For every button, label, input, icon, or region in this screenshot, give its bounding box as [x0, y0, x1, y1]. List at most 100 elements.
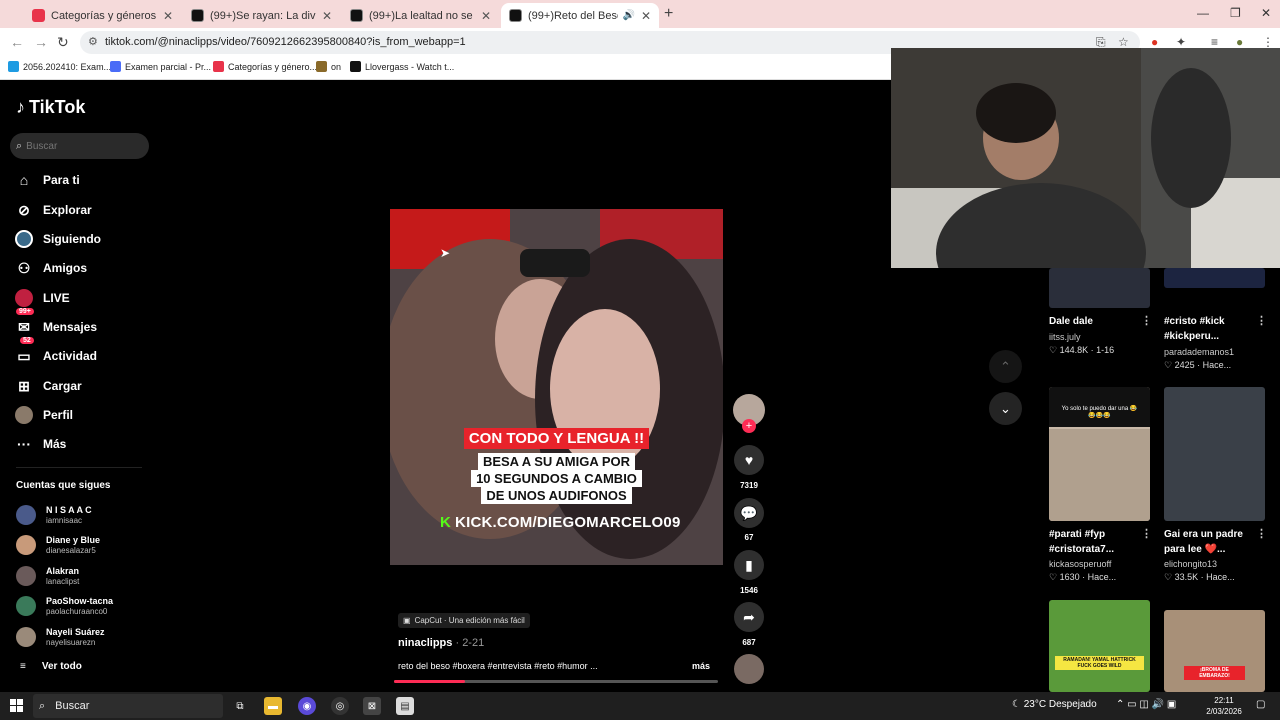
menu-icon[interactable]: ⋮	[1262, 35, 1274, 49]
obs-icon[interactable]: ◎	[331, 697, 349, 715]
more-options-icon[interactable]: ⋮	[1141, 314, 1152, 327]
tray-icons[interactable]: ⌃ ▭ ◫ 🔊 ▣	[1116, 699, 1176, 710]
taskbar-search[interactable]: ⌕ Buscar	[33, 694, 223, 718]
recommendation-title[interactable]: #cristo #kick #kickperu...	[1164, 314, 1256, 344]
recommendation-thumbnail[interactable]: RAMADAN! YAMAL HATTRICK FUCK GOES WILD	[1049, 600, 1150, 692]
video-progress-bar[interactable]	[394, 680, 718, 683]
more-button[interactable]: más	[692, 661, 710, 671]
capcut-tag[interactable]: ▣ CapCut · Una edición más fácil	[398, 613, 530, 628]
recommendation-title[interactable]: #parati #fyp #cristorata7...	[1049, 527, 1141, 557]
nav-messages[interactable]: ✉ 99+ Mensajes	[14, 308, 154, 340]
nav-activity[interactable]: ▭ 52 Actividad	[14, 337, 154, 369]
notepad-icon[interactable]: ▤	[396, 697, 414, 715]
minimize-icon[interactable]: —	[1197, 6, 1209, 20]
reading-list-icon[interactable]: ≡	[1211, 35, 1218, 49]
share-button[interactable]: ➦	[734, 602, 764, 632]
bookmark-item[interactable]: on	[316, 61, 341, 72]
recommendation-thumbnail[interactable]	[1049, 268, 1150, 308]
caption-line: CON TODO Y LENGUA !!	[463, 428, 650, 449]
recommendation-thumbnail[interactable]	[1164, 387, 1265, 521]
recommendation-title[interactable]: Gai era un padre para lee ❤️...	[1164, 527, 1256, 557]
recommendation-user[interactable]: kickasosperuoff	[1049, 559, 1111, 569]
next-video-button[interactable]: ⌄	[989, 392, 1022, 425]
close-tab-icon[interactable]: ✕	[481, 9, 491, 23]
recommendation-thumbnail[interactable]: Yo solo te puedo dar una 😂 😂😂😂	[1049, 387, 1150, 521]
comment-button[interactable]: 💬	[734, 498, 764, 528]
following-account[interactable]: PaoShow-tacna paolachuraanco0	[16, 593, 146, 619]
recommendation-user[interactable]: elichongito13	[1164, 559, 1217, 569]
profile-icon	[14, 405, 34, 425]
close-window-icon[interactable]: ✕	[1261, 6, 1271, 20]
nav-profile[interactable]: Perfil	[14, 402, 154, 428]
caption-line: 10 SEGUNDOS A CAMBIO	[471, 470, 642, 487]
chevron-down-icon: ⌄	[1000, 400, 1011, 416]
nav-live[interactable]: LIVE	[14, 285, 154, 311]
video-player[interactable]: CON TODO Y LENGUA !! BESA A SU AMIGA POR…	[390, 209, 723, 565]
browser-tab-active[interactable]: (99+)Reto del Beso: ¡Entrevi 🔊 ✕	[501, 3, 659, 28]
close-tab-icon[interactable]: ✕	[163, 9, 173, 23]
account-handle: dianesalazar5	[46, 545, 96, 555]
close-tab-icon[interactable]: ✕	[641, 9, 651, 23]
taskbar-clock[interactable]: 22:11 2/03/2026	[1204, 695, 1244, 717]
close-tab-icon[interactable]: ✕	[322, 9, 332, 23]
extensions-icon[interactable]: ✦	[1176, 35, 1186, 49]
site-settings-icon[interactable]: ⚙	[88, 31, 98, 54]
recommendation-thumbnail[interactable]	[1164, 268, 1265, 288]
recommendation-user[interactable]: iitss.july	[1049, 332, 1081, 342]
search-input[interactable]	[26, 140, 137, 152]
browser-tab[interactable]: (99+)La lealtad no se mide por ✕	[342, 3, 499, 28]
nav-more[interactable]: ··· Más	[14, 431, 154, 457]
weather-widget[interactable]: ☾ 23°C Despejado	[1012, 699, 1097, 710]
bookmark-star-icon[interactable]: ☆	[1118, 35, 1129, 49]
nav-for-you[interactable]: ⌂ Para ti	[14, 167, 154, 193]
extension-opera-icon[interactable]: ●	[1151, 35, 1158, 49]
recommendation-title[interactable]: Dale dale	[1049, 314, 1141, 329]
previous-video-button[interactable]: ⌃	[989, 350, 1022, 383]
bookmark-item[interactable]: 2056.202410: Exam...	[8, 61, 111, 72]
profile-avatar-icon[interactable]: ●	[1236, 35, 1243, 49]
bookmark-item[interactable]: Llovergass - Watch t...	[350, 61, 454, 72]
follow-plus-icon[interactable]: +	[742, 419, 756, 433]
tiktok-logo[interactable]: ♪ TikTok	[16, 97, 85, 118]
see-all-following[interactable]: ≡ Ver todo	[20, 661, 82, 672]
save-button[interactable]: ▮	[734, 550, 764, 580]
nav-upload[interactable]: ⊞ Cargar	[14, 373, 154, 399]
music-disc-icon[interactable]	[734, 654, 764, 684]
discord-icon[interactable]: ◉	[298, 697, 316, 715]
recommendation-stats: ♡ 33.5K · Hace...	[1164, 572, 1235, 582]
windows-start-icon[interactable]	[10, 699, 23, 712]
file-explorer-icon[interactable]: ▬	[264, 697, 282, 715]
activity-icon: ▭ 52	[14, 337, 34, 366]
reload-icon[interactable]: ↻	[57, 34, 69, 51]
video-caption: DE UNOS AUDIFONOS	[390, 487, 723, 505]
following-account[interactable]: Diane y Blue dianesalazar5	[16, 532, 146, 558]
search-box[interactable]: ⌕	[10, 133, 149, 159]
recommendation-user[interactable]: paradademanos1	[1164, 347, 1234, 357]
video-author[interactable]: ninaclipps · 2-21	[398, 637, 484, 649]
more-options-icon[interactable]: ⋮	[1141, 527, 1152, 540]
nav-friends[interactable]: ⚇ Amigos	[14, 255, 154, 281]
restore-icon[interactable]: ❐	[1230, 6, 1241, 20]
browser-tab[interactable]: (99+)Se rayan: La diversión de ✕	[183, 3, 340, 28]
nav-explore[interactable]: ⊘ Explorar	[14, 197, 154, 223]
forward-icon[interactable]: →	[34, 34, 48, 50]
following-account[interactable]: N I S A A Ciamnisaac	[16, 502, 146, 528]
capcut-app-icon[interactable]: ⊠	[363, 697, 381, 715]
notifications-icon[interactable]: ▢	[1256, 699, 1265, 710]
recommendation-thumbnail[interactable]: ¡BROMA DE EMBARAZO!	[1164, 610, 1265, 692]
more-options-icon[interactable]: ⋮	[1256, 314, 1267, 327]
new-tab-icon[interactable]: +	[664, 5, 673, 23]
following-account[interactable]: Nayeli Suárez nayelisuarezn	[16, 624, 146, 650]
nav-label: Amigos	[43, 261, 88, 275]
task-view-icon[interactable]: ⧉	[231, 697, 249, 715]
bookmark-item[interactable]: Categorías y género...	[213, 61, 317, 72]
nav-following[interactable]: Siguiendo	[14, 226, 154, 252]
tiktok-favicon-icon	[509, 9, 522, 22]
following-account[interactable]: Alakran lanaclipst	[16, 563, 146, 589]
back-icon[interactable]: ←	[10, 34, 24, 50]
bookmark-item[interactable]: Examen parcial - Pr...	[110, 61, 211, 72]
more-options-icon[interactable]: ⋮	[1256, 527, 1267, 540]
like-button[interactable]: ♥	[734, 445, 764, 475]
speaker-icon[interactable]: 🔊	[622, 10, 634, 21]
browser-tab[interactable]: Categorías y géneros musicales ✕	[24, 3, 181, 28]
